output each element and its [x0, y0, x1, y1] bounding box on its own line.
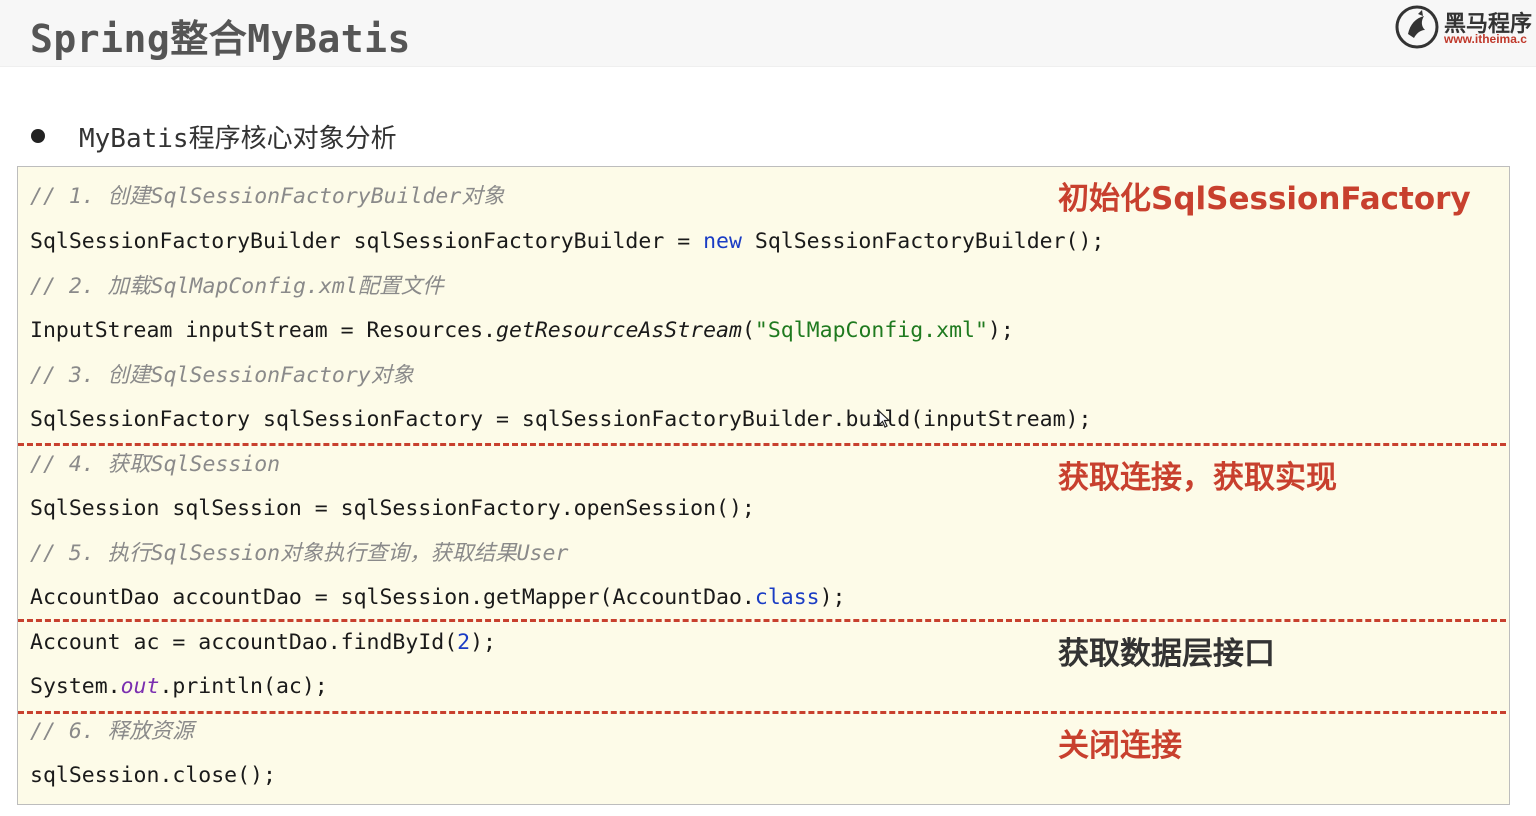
code-text: System.	[30, 674, 121, 699]
keyword: class	[754, 585, 820, 610]
annotation-init: 初始化SqlSessionFactory	[1058, 181, 1471, 217]
code-text: SqlSessionFactoryBuilder();	[741, 229, 1105, 254]
static-method: getResourceAsStream	[496, 318, 742, 343]
comment-6: // 6. 释放资源	[30, 719, 194, 744]
static-field: out	[120, 674, 160, 699]
code-line-4: SqlSession sqlSession = sqlSessionFactor…	[30, 496, 755, 521]
code-text: InputStream inputStream = Resources.	[30, 318, 496, 343]
annotation-close: 关闭连接	[1058, 728, 1182, 764]
annotation-get-connection: 获取连接，获取实现	[1058, 460, 1337, 496]
section-divider	[18, 711, 1506, 714]
code-block: // 1. 创建SqlSessionFactoryBuilder对象 SqlSe…	[17, 166, 1510, 805]
comment-5: // 5. 执行SqlSession对象执行查询，获取结果User	[30, 541, 569, 566]
code-text: AccountDao accountDao = sqlSession.getMa…	[30, 585, 755, 610]
section-divider	[18, 443, 1506, 446]
code-line-6: Account ac = accountDao.findById(2);	[30, 628, 496, 658]
code-text: .println(ac);	[159, 674, 328, 699]
code-text: .	[832, 407, 846, 432]
code-line-5: AccountDao accountDao = sqlSession.getMa…	[30, 583, 846, 613]
number-literal: 2	[457, 630, 471, 655]
comment-4: // 4. 获取SqlSession	[30, 452, 281, 477]
code-text: );	[819, 585, 846, 610]
logo-horse-icon	[1395, 5, 1439, 49]
slide-header: Spring整合MyBatis 黑马程序 www.itheima.c	[0, 0, 1536, 67]
comment-1: // 1. 创建SqlSessionFactoryBuilder对象	[30, 184, 505, 209]
code-text: );	[987, 318, 1014, 343]
section-divider	[18, 619, 1506, 622]
code-line-8: sqlSession.close();	[30, 763, 276, 788]
slide-title: Spring整合MyBatis	[30, 17, 411, 61]
code-text: SqlSessionFactory sqlSessionFactory = sq…	[30, 407, 833, 432]
code-text: Account ac = accountDao.findById(	[30, 630, 458, 655]
code-line-7: System.out.println(ac);	[30, 672, 328, 702]
bullet-text: MyBatis程序核心对象分析	[79, 124, 397, 154]
code-text: );	[470, 630, 496, 655]
comment-3: // 3. 创建SqlSessionFactory对象	[30, 363, 414, 388]
annotation-get-dao: 获取数据层接口	[1058, 636, 1275, 672]
mouse-pointer-icon	[878, 410, 890, 428]
code-line-1: SqlSessionFactoryBuilder sqlSessionFacto…	[30, 227, 1104, 257]
code-line-3: SqlSessionFactory sqlSessionFactory = sq…	[30, 405, 1091, 435]
code-text: SqlSessionFactoryBuilder sqlSessionFacto…	[30, 229, 704, 254]
comment-2: // 2. 加载SqlMapConfig.xml配置文件	[30, 274, 444, 299]
string-literal: "SqlMapConfig.xml"	[754, 318, 988, 343]
bullet-icon	[31, 129, 45, 143]
keyword: new	[703, 229, 742, 254]
logo-url: www.itheima.c	[1444, 32, 1527, 46]
itheima-logo: 黑马程序 www.itheima.c	[1392, 2, 1536, 52]
code-line-2: InputStream inputStream = Resources.getR…	[30, 316, 1014, 346]
code-text: (	[741, 318, 755, 343]
